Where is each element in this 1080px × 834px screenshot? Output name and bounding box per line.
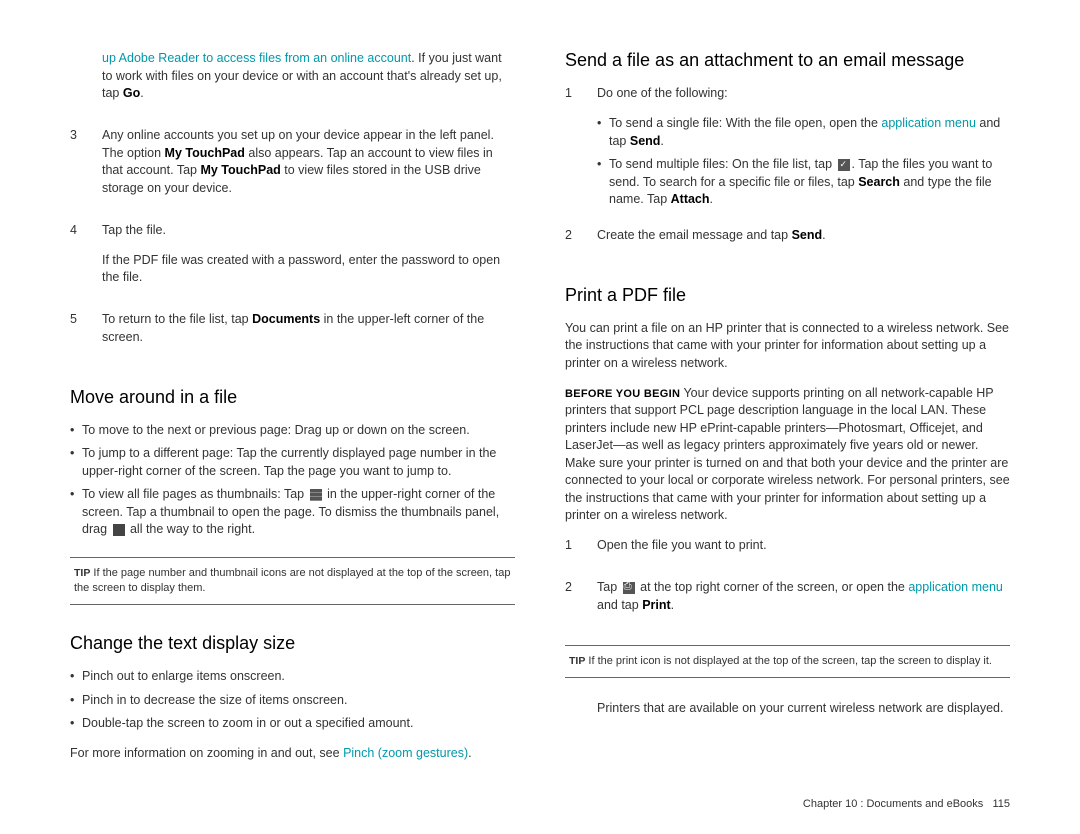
more-info: For more information on zooming in and o… — [70, 745, 515, 763]
step-4: 4 Tap the file. If the PDF file was crea… — [70, 222, 515, 300]
step-5: 5 To return to the file list, tap Docume… — [70, 311, 515, 359]
move-bullets: To move to the next or previous page: Dr… — [70, 422, 515, 539]
change-bullets: Pinch out to enlarge items onscreen. Pin… — [70, 668, 515, 733]
thumbnail-icon — [310, 489, 322, 501]
send-step-2: 2 Create the email message and tap Send. — [565, 227, 1010, 257]
step-3: 3 Any online accounts you set up on your… — [70, 127, 515, 210]
left-column: up Adobe Reader to access files from an … — [70, 50, 515, 804]
send-steps: 1 Do one of the following: To send a sin… — [565, 85, 1010, 257]
print-icon — [623, 582, 635, 594]
heading-send-file: Send a file as an attachment to an email… — [565, 50, 1010, 71]
print-step-2: 2 Tap at the top right corner of the scr… — [565, 579, 1010, 627]
drag-handle-icon — [113, 524, 125, 536]
print-steps: 1 Open the file you want to print. 2 Tap… — [565, 537, 1010, 627]
application-menu-link-2[interactable]: application menu — [908, 580, 1003, 594]
print-step-1: 1 Open the file you want to print. — [565, 537, 1010, 567]
multiselect-icon — [838, 159, 850, 171]
tip-box-right: TIP If the print icon is not displayed a… — [565, 645, 1010, 678]
tip-box-left: TIP If the page number and thumbnail ico… — [70, 557, 515, 606]
page-footer: Chapter 10 : Documents and eBooks 115 — [803, 798, 1010, 810]
pinch-gestures-link[interactable]: Pinch (zoom gestures) — [343, 746, 468, 760]
heading-print-pdf: Print a PDF file — [565, 285, 1010, 306]
right-column: Send a file as an attachment to an email… — [565, 50, 1010, 804]
step-continuation: up Adobe Reader to access files from an … — [70, 50, 515, 115]
heading-change-text-size: Change the text display size — [70, 633, 515, 654]
application-menu-link-1[interactable]: application menu — [881, 116, 976, 130]
send-step-1: 1 Do one of the following: To send a sin… — [565, 85, 1010, 215]
before-you-begin: BEFORE YOU BEGIN Your device supports pr… — [565, 385, 1010, 525]
step-list-left: up Adobe Reader to access files from an … — [70, 50, 515, 359]
heading-move-around: Move around in a file — [70, 387, 515, 408]
print-intro: You can print a file on an HP printer th… — [565, 320, 1010, 373]
printers-available: Printers that are available on your curr… — [597, 700, 1010, 718]
adobe-reader-link[interactable]: up Adobe Reader to access files from an … — [102, 51, 411, 65]
